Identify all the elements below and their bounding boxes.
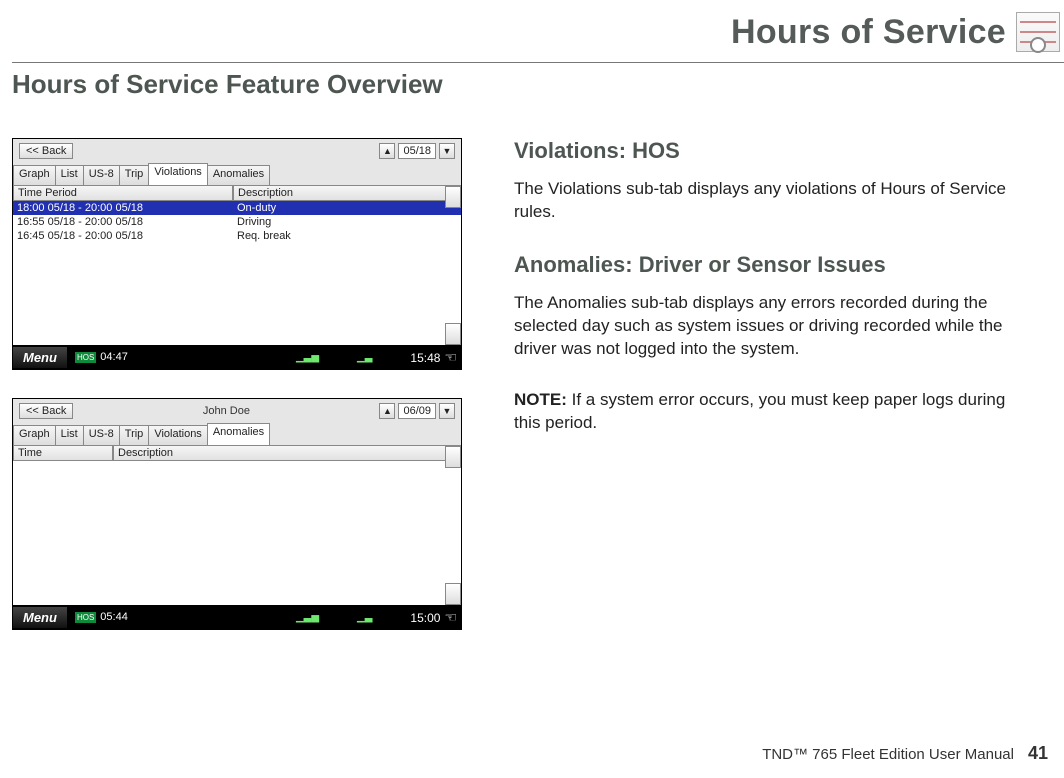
scroll-up-button[interactable] bbox=[445, 446, 461, 468]
date-next-button[interactable]: ▼ bbox=[439, 403, 455, 419]
chapter-header: Hours of Service bbox=[12, 12, 1064, 52]
scroll-down-button[interactable] bbox=[445, 583, 461, 605]
chapter-title: Hours of Service bbox=[731, 13, 1006, 52]
signal-icon-2: ▁▃ bbox=[357, 612, 372, 623]
table-row[interactable]: 16:55 05/18 - 20:00 05/18 Driving bbox=[13, 215, 461, 229]
hos-time: 04:47 bbox=[100, 351, 128, 363]
tab-list[interactable]: List bbox=[55, 165, 84, 185]
tab-us8[interactable]: US-8 bbox=[83, 425, 120, 445]
col-time-period: Time Period bbox=[13, 186, 233, 201]
signal-icon: ▁▃▅ bbox=[296, 612, 319, 623]
chapter-icon bbox=[1016, 12, 1060, 52]
table-body: 18:00 05/18 - 20:00 05/18 On-duty 16:55 … bbox=[13, 201, 461, 243]
date-next-button[interactable]: ▼ bbox=[439, 143, 455, 159]
heading-violations: Violations: HOS bbox=[514, 138, 1034, 164]
back-button[interactable]: << Back bbox=[19, 403, 73, 419]
page-number: 41 bbox=[1028, 743, 1048, 764]
tab-list[interactable]: List bbox=[55, 425, 84, 445]
col-description: Description bbox=[233, 186, 461, 201]
col-time: Time bbox=[13, 446, 113, 461]
table-row[interactable]: 16:45 05/18 - 20:00 05/18 Req. break bbox=[13, 229, 461, 243]
date-display: 06/09 bbox=[398, 403, 436, 419]
date-prev-button[interactable]: ▲ bbox=[379, 403, 395, 419]
para-note: NOTE: If a system error occurs, you must… bbox=[514, 389, 1034, 435]
note-body: If a system error occurs, you must keep … bbox=[514, 390, 1005, 432]
footer: TND™ 765 Fleet Edition User Manual 41 bbox=[762, 743, 1048, 764]
date-prev-button[interactable]: ▲ bbox=[379, 143, 395, 159]
hos-badge: HOS bbox=[75, 612, 96, 623]
screenshot-anomalies: << Back John Doe ▲ 06/09 ▼ Graph List US… bbox=[12, 398, 462, 630]
date-display: 05/18 bbox=[398, 143, 436, 159]
tab-violations[interactable]: Violations bbox=[148, 163, 208, 185]
table-row[interactable]: 18:00 05/18 - 20:00 05/18 On-duty bbox=[13, 201, 461, 215]
para-anomalies: The Anomalies sub-tab displays any error… bbox=[514, 292, 1034, 361]
tab-anomalies[interactable]: Anomalies bbox=[207, 165, 270, 185]
hos-badge: HOS bbox=[75, 352, 96, 363]
section-title: Hours of Service Feature Overview bbox=[12, 69, 1064, 100]
back-button[interactable]: << Back bbox=[19, 143, 73, 159]
clock: 15:00 bbox=[410, 611, 440, 625]
tab-anomalies[interactable]: Anomalies bbox=[207, 423, 270, 445]
tab-graph[interactable]: Graph bbox=[13, 425, 56, 445]
signal-icon: ▁▃▅ bbox=[296, 352, 319, 363]
touch-icon: ☜ bbox=[444, 609, 457, 625]
note-label: NOTE: bbox=[514, 390, 567, 409]
tab-us8[interactable]: US-8 bbox=[83, 165, 120, 185]
scroll-up-button[interactable] bbox=[445, 186, 461, 208]
scroll-down-button[interactable] bbox=[445, 323, 461, 345]
tab-trip[interactable]: Trip bbox=[119, 425, 150, 445]
manual-name: TND™ 765 Fleet Edition User Manual bbox=[762, 746, 1014, 763]
tab-graph[interactable]: Graph bbox=[13, 165, 56, 185]
tabs: Graph List US-8 Trip Violations Anomalie… bbox=[13, 423, 461, 445]
signal-icon-2: ▁▃ bbox=[357, 352, 372, 363]
para-violations: The Violations sub-tab displays any viol… bbox=[514, 178, 1034, 224]
menu-button[interactable]: Menu bbox=[13, 607, 67, 628]
driver-name: John Doe bbox=[203, 405, 250, 417]
header-rule bbox=[12, 62, 1064, 63]
touch-icon: ☜ bbox=[444, 349, 457, 365]
tabs: Graph List US-8 Trip Violations Anomalie… bbox=[13, 163, 461, 185]
clock: 15:48 bbox=[410, 351, 440, 365]
tab-trip[interactable]: Trip bbox=[119, 165, 150, 185]
col-description: Description bbox=[113, 446, 461, 461]
tab-violations[interactable]: Violations bbox=[148, 425, 208, 445]
menu-button[interactable]: Menu bbox=[13, 347, 67, 368]
heading-anomalies: Anomalies: Driver or Sensor Issues bbox=[514, 252, 1034, 278]
hos-time: 05:44 bbox=[100, 611, 128, 623]
screenshot-violations: << Back ▲ 05/18 ▼ Graph List US-8 Trip V… bbox=[12, 138, 462, 370]
